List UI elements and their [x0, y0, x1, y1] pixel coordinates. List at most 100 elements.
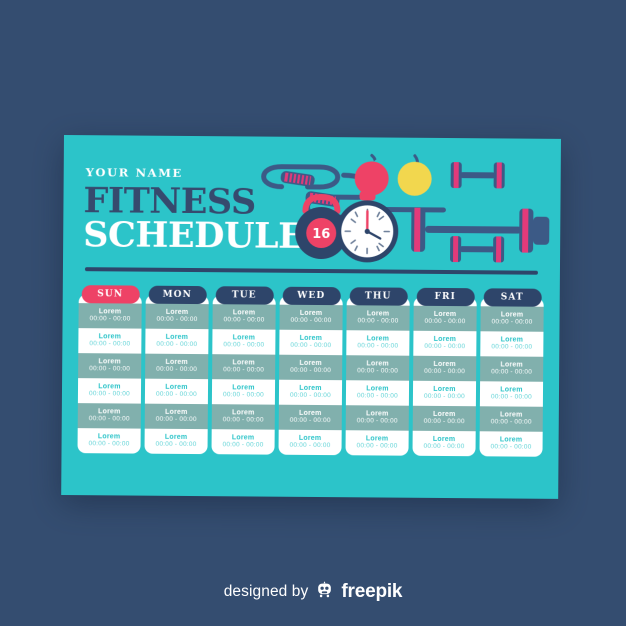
kettlebell-weight-label: 16: [312, 227, 330, 242]
schedule-column-sat: SAT Lorem 00:00 - 00:00 Lorem 00:00 - 00:00 L…: [479, 288, 544, 483]
slot-time: 00:00 - 00:00: [290, 317, 332, 325]
slot-time: 00:00 - 00:00: [155, 440, 197, 449]
jump-rope-handle-icon: [280, 171, 315, 187]
slot-time: 00:00 - 00:00: [357, 342, 399, 350]
slot-time: 00:00 - 00:00: [223, 341, 265, 349]
day-pill-wed[interactable]: WED: [282, 286, 341, 306]
schedule-slot[interactable]: Lorem 00:00 - 00:00: [78, 328, 141, 353]
schedule-slot[interactable]: Lorem 00:00 - 00:00: [145, 353, 209, 380]
schedule-column-mon: MON Lorem 00:00 - 00:00 Lorem 00:00 - 00:00 L…: [144, 285, 209, 481]
schedule-slot[interactable]: Lorem 00:00 - 00:00: [279, 380, 342, 405]
schedule-slot[interactable]: Lorem 00:00 - 00:00: [212, 304, 276, 330]
slot-time: 00:00 - 00:00: [89, 315, 131, 323]
schedule-column-body: Lorem 00:00 - 00:00 Lorem 00:00 - 00:00 Lore…: [345, 296, 410, 456]
slot-time: 00:00 - 00:00: [88, 415, 130, 423]
schedule-slot[interactable]: Lorem 00:00 - 00:00: [412, 431, 475, 456]
slot-time: 00:00 - 00:00: [290, 342, 332, 350]
day-pill-tue[interactable]: TUE: [215, 286, 274, 305]
schedule-slot[interactable]: Lorem 00:00 - 00:00: [345, 430, 408, 455]
your-name-placeholder: YOUR NAME: [85, 165, 183, 180]
schedule-slot[interactable]: Lorem 00:00 - 00:00: [278, 404, 342, 431]
schedule-slot[interactable]: Lorem 00:00 - 00:00: [279, 304, 343, 331]
schedule-slot[interactable]: Lorem 00:00 - 00:00: [346, 330, 409, 355]
schedule-column-body: Lorem 00:00 - 00:00 Lorem 00:00 - 00:00 Lore…: [412, 296, 477, 457]
slot-time: 00:00 - 00:00: [155, 415, 197, 424]
schedule-slot[interactable]: Lorem 00:00 - 00:00: [78, 303, 142, 329]
schedule-slot[interactable]: Lorem 00:00 - 00:00: [480, 306, 544, 332]
schedule-column-body: Lorem 00:00 - 00:00 Lorem 00:00 - 00:00 Lore…: [144, 294, 209, 455]
schedule-slot[interactable]: Lorem 00:00 - 00:00: [78, 378, 141, 403]
slot-time: 00:00 - 00:00: [424, 318, 466, 326]
schedule-slot[interactable]: Lorem 00:00 - 00:00: [144, 429, 207, 454]
schedule-column-fri: FRI Lorem 00:00 - 00:00 Lorem 00:00 - 00:00 L…: [412, 287, 477, 483]
freepik-robot-icon: [315, 580, 334, 604]
barbell-icon: [411, 207, 550, 253]
schedule-slot[interactable]: Lorem 00:00 - 00:00: [211, 404, 275, 430]
schedule-slot[interactable]: Lorem 00:00 - 00:00: [413, 381, 476, 406]
schedule-slot[interactable]: Lorem 00:00 - 00:00: [413, 355, 477, 382]
schedule-column-thu: THU Lorem 00:00 - 00:00 Lorem 00:00 - 00:00 L…: [345, 287, 410, 482]
schedule-slot[interactable]: Lorem 00:00 - 00:00: [412, 405, 476, 432]
day-pill-sat[interactable]: SAT: [483, 288, 542, 307]
slot-time: 00:00 - 00:00: [89, 340, 131, 348]
schedule-slot[interactable]: Lorem 00:00 - 00:00: [279, 354, 343, 381]
slot-time: 00:00 - 00:00: [89, 365, 131, 373]
slot-time: 00:00 - 00:00: [423, 393, 465, 401]
red-apple-icon: [354, 153, 389, 196]
slot-time: 00:00 - 00:00: [490, 418, 532, 426]
schedule-slot[interactable]: Lorem 00:00 - 00:00: [279, 330, 342, 355]
day-pill-mon[interactable]: MON: [148, 285, 207, 305]
schedule-slot[interactable]: Lorem 00:00 - 00:00: [145, 303, 209, 330]
slot-time: 00:00 - 00:00: [490, 393, 532, 401]
poster-header: YOUR NAME FITNESS SCHEDULE 16: [63, 135, 561, 279]
schedule-column-body: Lorem 00:00 - 00:00 Lorem 00:00 - 00:00 Lore…: [479, 297, 544, 457]
slot-time: 00:00 - 00:00: [289, 442, 331, 450]
dumbbell-icon-2: [450, 236, 505, 263]
designed-by-label: designed by: [223, 583, 309, 600]
schedule-slot[interactable]: Lorem 00:00 - 00:00: [78, 353, 142, 379]
slot-time: 00:00 - 00:00: [223, 366, 265, 374]
schedule-slot[interactable]: Lorem 00:00 - 00:00: [413, 305, 477, 332]
slot-time: 00:00 - 00:00: [356, 392, 398, 400]
slot-time: 00:00 - 00:00: [156, 340, 198, 349]
dumbbell-icon: [450, 162, 505, 189]
schedule-column-body: Lorem 00:00 - 00:00 Lorem 00:00 - 00:00 Lore…: [278, 295, 343, 456]
slot-time: 00:00 - 00:00: [423, 418, 465, 426]
schedule-slot[interactable]: Lorem 00:00 - 00:00: [212, 329, 275, 354]
schedule-slot[interactable]: Lorem 00:00 - 00:00: [212, 354, 276, 380]
schedule-slot[interactable]: Lorem 00:00 - 00:00: [144, 403, 208, 430]
slot-time: 00:00 - 00:00: [424, 368, 466, 376]
day-pill-sun[interactable]: SUN: [81, 285, 140, 304]
day-pill-fri[interactable]: FRI: [416, 287, 475, 307]
day-pill-thu[interactable]: THU: [349, 287, 408, 306]
schedule-slot[interactable]: Lorem 00:00 - 00:00: [480, 331, 543, 356]
schedule-slot[interactable]: Lorem 00:00 - 00:00: [278, 430, 341, 455]
slot-time: 00:00 - 00:00: [289, 417, 331, 425]
schedule-slot[interactable]: Lorem 00:00 - 00:00: [413, 331, 476, 356]
freepik-attribution: designed by freepik: [0, 580, 626, 604]
slot-time: 00:00 - 00:00: [290, 367, 332, 375]
schedule-grid: SUN Lorem 00:00 - 00:00 Lorem 00:00 - 00:00 L…: [77, 285, 544, 484]
fitness-illustration: 16: [247, 148, 558, 268]
schedule-slot[interactable]: Lorem 00:00 - 00:00: [346, 380, 409, 405]
slot-time: 00:00 - 00:00: [289, 392, 331, 400]
slot-time: 00:00 - 00:00: [223, 316, 265, 324]
schedule-poster: YOUR NAME FITNESS SCHEDULE 16 SUN Lorem …: [61, 135, 561, 499]
schedule-slot[interactable]: Lorem 00:00 - 00:00: [479, 406, 543, 432]
schedule-slot[interactable]: Lorem 00:00 - 00:00: [480, 356, 544, 382]
schedule-column-tue: TUE Lorem 00:00 - 00:00 Lorem 00:00 - 00:00 L…: [211, 286, 276, 481]
schedule-slot[interactable]: Lorem 00:00 - 00:00: [211, 429, 274, 454]
schedule-slot[interactable]: Lorem 00:00 - 00:00: [346, 355, 410, 381]
schedule-column-body: Lorem 00:00 - 00:00 Lorem 00:00 - 00:00 Lore…: [211, 295, 276, 455]
slot-time: 00:00 - 00:00: [424, 343, 466, 351]
schedule-slot[interactable]: Lorem 00:00 - 00:00: [479, 431, 542, 456]
schedule-slot[interactable]: Lorem 00:00 - 00:00: [78, 428, 141, 453]
schedule-slot[interactable]: Lorem 00:00 - 00:00: [145, 379, 208, 404]
schedule-slot[interactable]: Lorem 00:00 - 00:00: [480, 381, 543, 406]
schedule-slot[interactable]: Lorem 00:00 - 00:00: [346, 305, 410, 331]
schedule-slot[interactable]: Lorem 00:00 - 00:00: [145, 329, 208, 354]
schedule-slot[interactable]: Lorem 00:00 - 00:00: [212, 379, 275, 404]
schedule-slot[interactable]: Lorem 00:00 - 00:00: [77, 403, 141, 429]
freepik-brand-label: freepik: [341, 581, 403, 602]
schedule-slot[interactable]: Lorem 00:00 - 00:00: [345, 405, 409, 431]
